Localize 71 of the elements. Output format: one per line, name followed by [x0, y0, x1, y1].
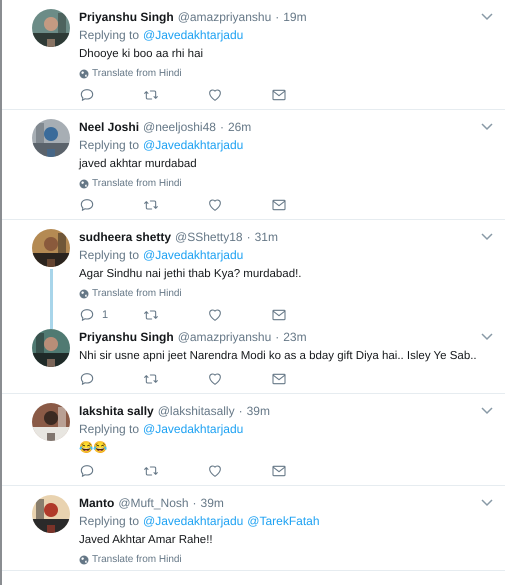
user-handle: @lakshitasally — [158, 403, 235, 419]
mention-link[interactable]: @Javedakhtarjadu — [143, 247, 244, 263]
user-handle: @neeljoshi48 — [143, 119, 216, 135]
heart-icon — [207, 87, 223, 103]
separator-dot: · — [238, 403, 243, 419]
mention-link[interactable]: @Javedakhtarjadu — [143, 137, 244, 153]
envelope-icon — [271, 463, 287, 479]
separator-dot: · — [220, 119, 224, 135]
separator-dot: · — [275, 9, 280, 25]
timestamp: 26m — [228, 119, 252, 135]
tweet-text: Dhooye ki boo aa rhi hai — [79, 47, 204, 62]
heart-icon — [207, 197, 223, 213]
replying-label: Replying to — [79, 247, 140, 263]
speech-bubble-icon — [79, 87, 95, 103]
translate-button[interactable]: Translate from Hindi — [79, 68, 182, 80]
timestamp: 31m — [254, 229, 278, 245]
envelope-icon — [271, 87, 287, 103]
replying-label: Replying to — [79, 513, 140, 529]
envelope-icon — [271, 197, 287, 213]
replying-label: Replying to — [79, 421, 140, 437]
chevron-down-icon[interactable] — [481, 13, 493, 21]
tweet-text: Nhi sir usne apni jeet Narendra Modi ko as a bday gift Diya hai.. Isley Ye Sab.. — [79, 349, 478, 364]
mention-link[interactable]: @Javedakhtarjadu — [143, 27, 244, 43]
chevron-down-icon[interactable] — [481, 499, 493, 507]
globe-icon — [79, 555, 89, 565]
speech-bubble-icon — [79, 463, 95, 479]
replying-label: Replying to — [79, 27, 140, 43]
mention-link[interactable]: @TarekFatah — [247, 513, 320, 529]
user-handle: @amazpriyanshu — [178, 329, 272, 345]
translate-button[interactable]: Translate from Hindi — [79, 178, 182, 190]
heart-icon — [207, 371, 223, 387]
envelope-icon — [271, 371, 287, 387]
separator-dot: · — [192, 495, 197, 511]
chevron-down-icon[interactable] — [481, 123, 493, 131]
heart-icon — [207, 307, 223, 323]
speech-bubble-icon — [79, 197, 95, 213]
globe-icon — [79, 69, 89, 79]
replying-label: Replying to — [79, 137, 140, 153]
timestamp: 19m — [283, 9, 307, 25]
tweet-text: Javed Akhtar Amar Rahe!! — [79, 533, 214, 548]
user-name: sudheera shetty — [79, 229, 172, 245]
translate-button[interactable]: Translate from Hindi — [79, 288, 182, 300]
timestamp: 39m — [246, 403, 270, 419]
user-name: lakshita sally — [79, 403, 154, 419]
chevron-down-icon[interactable] — [481, 407, 493, 415]
speech-bubble-icon — [79, 371, 95, 387]
user-name: Priyanshu Singh — [79, 9, 174, 25]
separator-dot: · — [246, 229, 251, 245]
translate-button[interactable]: Translate from Hindi — [79, 554, 182, 566]
user-name: Neel Joshi — [79, 119, 140, 135]
envelope-icon — [271, 307, 287, 323]
mention-link[interactable]: @Javedakhtarjadu — [143, 421, 244, 437]
heart-icon — [207, 463, 223, 479]
chevron-down-icon[interactable] — [481, 233, 493, 241]
user-handle: @Muft_Nosh — [118, 495, 189, 511]
tweet-text: Agar Sindhu nai jethi thab Kya? murdabad!. — [79, 267, 302, 282]
timestamp: 23m — [283, 329, 307, 345]
reply-button[interactable]: 1 — [79, 307, 143, 323]
user-handle: @amazpriyanshu — [178, 9, 272, 25]
chevron-down-icon[interactable] — [481, 333, 493, 341]
user-name: Manto — [79, 495, 114, 511]
separator-dot: · — [275, 329, 280, 345]
mention-link[interactable]: @Javedakhtarjadu — [143, 513, 244, 529]
user-handle: @SShetty18 — [175, 229, 243, 245]
tweet-text: javed akhtar murdabad — [79, 157, 198, 172]
timestamp: 39m — [200, 495, 224, 511]
user-name: Priyanshu Singh — [79, 329, 174, 345]
globe-icon — [79, 289, 89, 299]
globe-icon — [79, 179, 89, 189]
speech-bubble-icon — [79, 307, 95, 323]
tweet-text: 😂😂 — [79, 440, 108, 456]
